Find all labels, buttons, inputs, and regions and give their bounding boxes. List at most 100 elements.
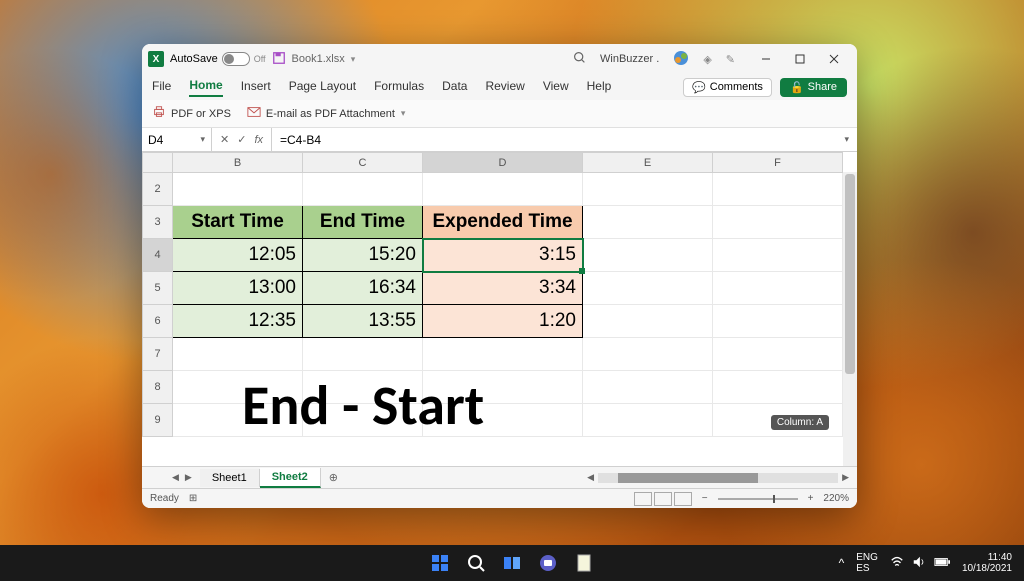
save-icon[interactable] bbox=[272, 51, 286, 68]
cell[interactable]: 1:20 bbox=[423, 305, 583, 338]
col-header-d[interactable]: D bbox=[423, 153, 583, 173]
zoom-level[interactable]: 220% bbox=[823, 493, 849, 504]
clock[interactable]: 11:40 10/18/2021 bbox=[962, 552, 1012, 574]
status-ready: Ready bbox=[150, 493, 179, 504]
zoom-in-button[interactable]: + bbox=[808, 493, 814, 504]
add-sheet-button[interactable]: ⊕ bbox=[321, 471, 346, 484]
page-layout-view-button[interactable] bbox=[654, 492, 672, 506]
tab-formulas[interactable]: Formulas bbox=[374, 79, 424, 96]
excel-window: X AutoSave Off Book1.xlsx ▾ WinBuzzer . bbox=[142, 44, 857, 508]
volume-icon[interactable] bbox=[912, 555, 926, 572]
col-header-b[interactable]: B bbox=[173, 153, 303, 173]
toggle-icon[interactable] bbox=[222, 52, 250, 66]
row-header[interactable]: 2 bbox=[143, 173, 173, 206]
maximize-button[interactable] bbox=[783, 47, 817, 71]
comments-button[interactable]: 💬 Comments bbox=[683, 78, 772, 97]
start-button[interactable] bbox=[425, 548, 455, 578]
tab-insert[interactable]: Insert bbox=[241, 79, 271, 96]
cell-selected[interactable]: 3:15 bbox=[423, 239, 583, 272]
zoom-slider[interactable] bbox=[718, 498, 798, 500]
wifi-icon[interactable] bbox=[890, 555, 904, 572]
cell[interactable]: 12:35 bbox=[173, 305, 303, 338]
col-header-c[interactable]: C bbox=[303, 153, 423, 173]
name-box[interactable]: D4 ▾ bbox=[142, 128, 212, 151]
tab-page-layout[interactable]: Page Layout bbox=[289, 79, 356, 96]
spreadsheet-grid[interactable]: B C D E F 2 3 Start Time End Time Expend… bbox=[142, 152, 857, 466]
printer-icon bbox=[152, 105, 166, 122]
account-name[interactable]: WinBuzzer . bbox=[600, 53, 659, 65]
email-pdf-button[interactable]: E-mail as PDF Attachment bbox=[247, 105, 395, 122]
col-header-e[interactable]: E bbox=[583, 153, 713, 173]
tab-file[interactable]: File bbox=[152, 79, 171, 96]
search-icon[interactable] bbox=[573, 51, 586, 67]
tray-expand-icon[interactable]: ^ bbox=[839, 556, 845, 570]
col-header-f[interactable]: F bbox=[713, 153, 843, 173]
comment-icon: 💬 bbox=[692, 81, 706, 94]
close-button[interactable] bbox=[817, 47, 851, 71]
row-header[interactable]: 9 bbox=[143, 404, 173, 437]
normal-view-button[interactable] bbox=[634, 492, 652, 506]
autosave-label: AutoSave bbox=[170, 53, 218, 65]
row-header[interactable]: 8 bbox=[143, 371, 173, 404]
accept-formula-icon[interactable]: ✓ bbox=[237, 133, 246, 146]
cell[interactable]: 13:00 bbox=[173, 272, 303, 305]
row-header[interactable]: 4 bbox=[143, 239, 173, 272]
tab-home[interactable]: Home bbox=[189, 78, 222, 97]
hscroll-left-icon[interactable]: ◀ bbox=[587, 472, 594, 483]
tab-review[interactable]: Review bbox=[485, 79, 524, 96]
share-icon: 🔓 bbox=[790, 81, 804, 94]
sheet-nav-left-icon[interactable]: ◀ bbox=[172, 472, 179, 483]
search-button[interactable] bbox=[461, 548, 491, 578]
tab-view[interactable]: View bbox=[543, 79, 569, 96]
row-header[interactable]: 3 bbox=[143, 206, 173, 239]
cancel-formula-icon[interactable]: ✕ bbox=[220, 133, 229, 146]
pdf-button[interactable]: PDF or XPS bbox=[152, 105, 231, 122]
header-end[interactable]: End Time bbox=[303, 206, 423, 239]
fx-icon[interactable]: fx bbox=[254, 134, 263, 146]
tab-help[interactable]: Help bbox=[587, 79, 612, 96]
row-header[interactable]: 7 bbox=[143, 338, 173, 371]
share-button[interactable]: 🔓 Share bbox=[780, 78, 847, 97]
minimize-button[interactable] bbox=[749, 47, 783, 71]
tab-data[interactable]: Data bbox=[442, 79, 467, 96]
task-view-button[interactable] bbox=[497, 548, 527, 578]
cell[interactable]: 3:34 bbox=[423, 272, 583, 305]
cell[interactable]: 13:55 bbox=[303, 305, 423, 338]
language-switcher[interactable]: ENG ES bbox=[856, 552, 878, 574]
quick-access-row: PDF or XPS E-mail as PDF Attachment ▾ bbox=[142, 100, 857, 128]
header-expended[interactable]: Expended Time bbox=[423, 206, 583, 239]
sheet-nav-right-icon[interactable]: ▶ bbox=[185, 472, 192, 483]
battery-icon[interactable] bbox=[934, 557, 950, 570]
column-tooltip: Column: A bbox=[771, 415, 829, 430]
autosave-toggle[interactable]: AutoSave Off bbox=[170, 52, 266, 66]
hscroll-right-icon[interactable]: ▶ bbox=[842, 472, 849, 483]
account-avatar-icon[interactable] bbox=[673, 50, 689, 69]
cell[interactable]: 15:20 bbox=[303, 239, 423, 272]
excel-icon: X bbox=[148, 51, 164, 67]
vertical-scrollbar[interactable] bbox=[843, 172, 857, 466]
header-start[interactable]: Start Time bbox=[173, 206, 303, 239]
sheet-tab[interactable]: Sheet1 bbox=[200, 469, 260, 487]
select-all-corner[interactable] bbox=[143, 153, 173, 173]
expand-formula-icon[interactable]: ▾ bbox=[836, 134, 857, 145]
row-header[interactable]: 6 bbox=[143, 305, 173, 338]
accessibility-icon[interactable]: ⊞ bbox=[189, 493, 197, 504]
explorer-button[interactable] bbox=[569, 548, 599, 578]
formula-input[interactable]: =C4-B4 bbox=[272, 133, 836, 147]
filename: Book1.xlsx bbox=[292, 53, 345, 65]
zoom-out-button[interactable]: − bbox=[702, 493, 708, 504]
row-header[interactable]: 5 bbox=[143, 272, 173, 305]
sheet-tab-active[interactable]: Sheet2 bbox=[260, 468, 321, 488]
diamond-icon[interactable]: ◈ bbox=[703, 53, 711, 66]
pencil-icon[interactable]: ✎ bbox=[726, 53, 735, 66]
titlebar: X AutoSave Off Book1.xlsx ▾ WinBuzzer . bbox=[142, 44, 857, 74]
page-break-view-button[interactable] bbox=[674, 492, 692, 506]
taskbar: ^ ENG ES 11:40 10/18/2021 bbox=[0, 545, 1024, 581]
cell[interactable]: 16:34 bbox=[303, 272, 423, 305]
cell[interactable]: 12:05 bbox=[173, 239, 303, 272]
sheet-tab-bar: ◀ ▶ Sheet1 Sheet2 ⊕ ◀ ▶ bbox=[142, 466, 857, 488]
horizontal-scrollbar[interactable] bbox=[598, 473, 838, 483]
chat-button[interactable] bbox=[533, 548, 563, 578]
chevron-down-icon[interactable]: ▾ bbox=[200, 134, 205, 145]
formula-bar: D4 ▾ ✕ ✓ fx =C4-B4 ▾ bbox=[142, 128, 857, 152]
